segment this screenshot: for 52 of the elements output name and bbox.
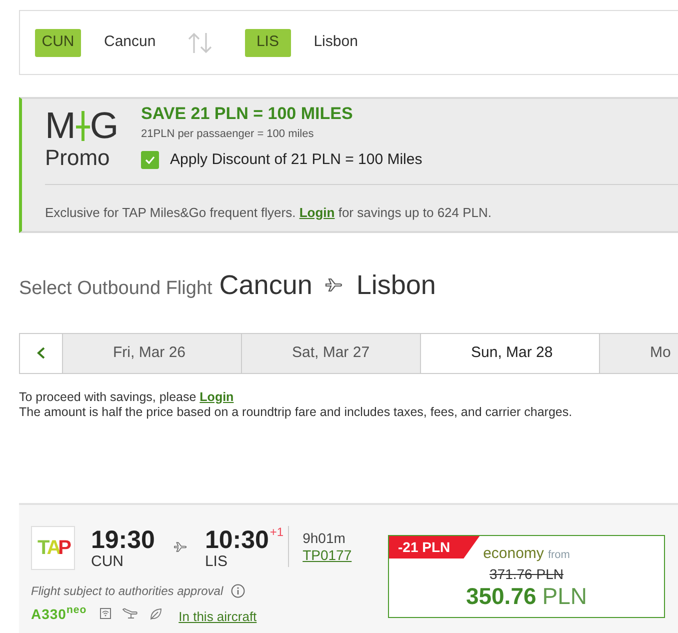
origin-city[interactable]: Cancun [104, 31, 156, 54]
discount-checkbox[interactable] [141, 151, 159, 170]
flight-duration: 9h01m [302, 530, 346, 546]
promo-title: SAVE 21 PLN = 100 MILES [141, 104, 354, 124]
chevron-left-icon [37, 347, 45, 359]
previous-dates-button[interactable] [19, 332, 63, 374]
discounted-price: 350.76 [466, 582, 536, 608]
aircraft-model-logo: A330$^{neo}$ [31, 606, 87, 622]
login-link[interactable]: Login [299, 204, 335, 220]
date-tab[interactable]: Fri, Mar 26 [63, 332, 242, 374]
destination-city: Lisbon [356, 269, 436, 302]
screen-wifi-icon [100, 608, 111, 619]
currency-label: PLN [542, 582, 588, 608]
airport-code-badge: LIS [244, 28, 291, 56]
date-tab[interactable]: Sun, Mar 28 [421, 332, 600, 374]
origin-city: Cancun [219, 269, 312, 302]
date-tab[interactable]: Mo [600, 332, 678, 374]
airline-logo: TAP [31, 526, 75, 570]
airplane-icon [325, 277, 344, 294]
page-heading: Select Outbound Flight [19, 277, 212, 301]
discount-tag: -21 PLN [389, 536, 480, 558]
original-price: 371.76 PLN [490, 564, 564, 582]
date-tab[interactable]: Sat, Mar 27 [242, 332, 421, 374]
login-link[interactable]: Login [200, 390, 234, 404]
checkmark-icon [145, 156, 155, 164]
departure-time: 19:30 [91, 526, 155, 554]
flight-number-link[interactable]: TP0177 [302, 546, 352, 564]
plus-icon [76, 111, 90, 141]
from-label: from [548, 548, 570, 562]
aircraft-info-link[interactable]: In this aircraft [178, 608, 257, 624]
savings-notice: To proceed with savings, please Login [19, 390, 235, 404]
logo-caption: Promo [45, 146, 110, 170]
swap-arrows-icon[interactable] [186, 32, 213, 54]
cabin-class: economy [483, 544, 544, 562]
fare-note: The amount is half the price based on a roundtrip fare and includes taxes, fees, and carrier charges. [19, 404, 574, 420]
next-day-indicator: +1 [270, 526, 284, 538]
departure-airport-code: CUN [91, 554, 124, 570]
arrival-airport-code: LIS [204, 554, 228, 570]
approval-note: Flight subject to authorities approval [31, 582, 224, 598]
seat-icon [122, 608, 138, 619]
destination-city[interactable]: Lisbon [314, 31, 358, 54]
logo-letter: M [45, 106, 76, 146]
airport-code-badge: CUN [35, 28, 81, 56]
leaf-icon [150, 608, 162, 620]
logo-letter: G [90, 106, 119, 146]
discount-label: Apply Discount of 21 PLN = 100 Miles [170, 150, 422, 170]
airplane-icon [172, 540, 189, 552]
promo-subtitle: 21PLN per passaenger = 100 miles [141, 127, 315, 141]
promo-footer-text: Exclusive for TAP Miles&Go frequent flyers. Login for savings up to 624 PLN. [45, 204, 493, 222]
info-icon[interactable] [231, 584, 246, 598]
arrival-time: 10:30 [204, 526, 269, 554]
fare-option-card[interactable]: -21 PLN economy from 371.76 PLN 350.76 PLN [388, 534, 665, 618]
